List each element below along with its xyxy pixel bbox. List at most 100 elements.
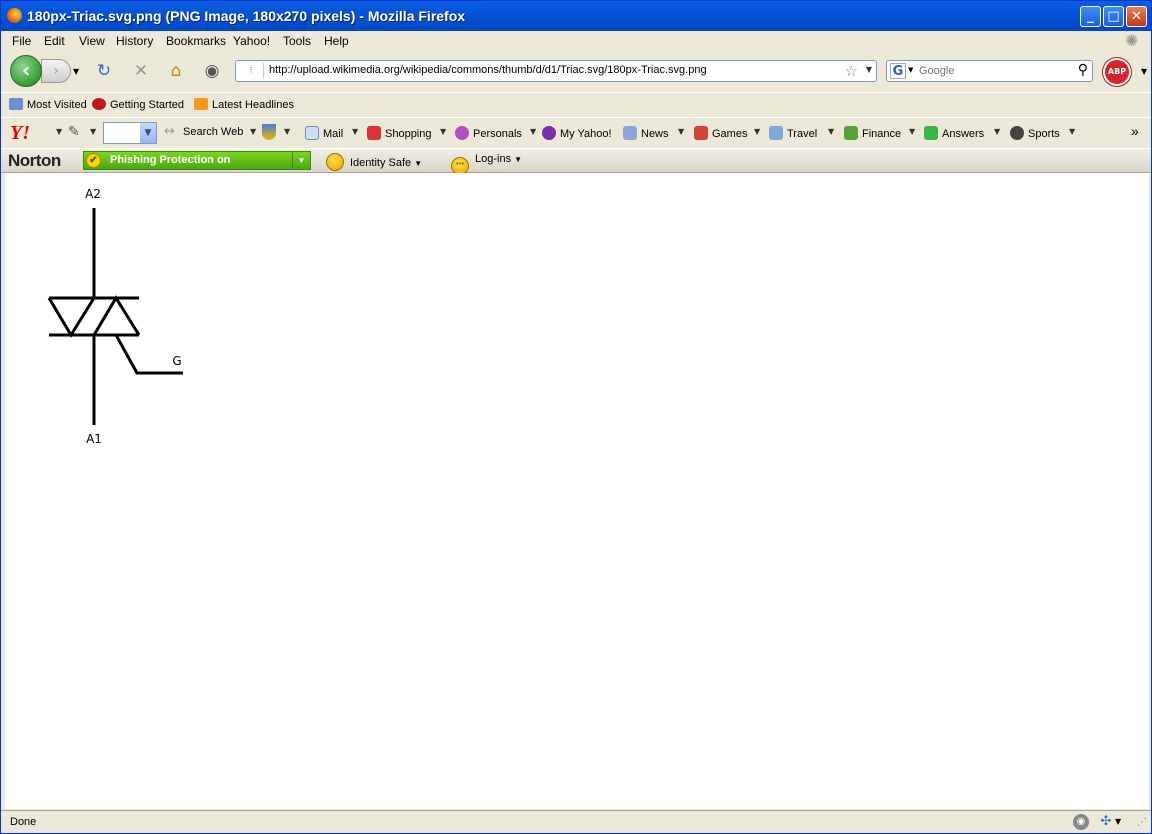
my-yahoo-icon xyxy=(542,126,556,140)
news-icon xyxy=(623,126,637,140)
mail-dropdown-icon[interactable]: ▼ xyxy=(352,127,358,136)
identity-safe-button[interactable]: Identity Safe ▼ xyxy=(326,153,422,171)
bookmarks-toolbar: Most Visited Getting Started Latest Head… xyxy=(1,92,1151,117)
menu-yahoo[interactable]: Yahoo! xyxy=(233,34,270,48)
addon-icon[interactable]: ◉ xyxy=(201,61,223,81)
page-content: A2 A1 G xyxy=(5,173,1149,809)
shopping-dropdown-icon[interactable]: ▼ xyxy=(440,127,446,136)
forward-button[interactable]: › xyxy=(41,59,71,83)
yahoo-search-web[interactable]: Search Web xyxy=(183,126,243,138)
rss-icon xyxy=(194,98,208,110)
yahoo-my-yahoo[interactable]: My Yahoo! xyxy=(542,126,612,140)
folder-icon xyxy=(9,98,23,110)
yahoo-logo[interactable]: Y! xyxy=(10,122,30,145)
chart-icon xyxy=(844,126,858,140)
yahoo-toolbar: Y! ▼ ✎ ▼ ▼ ↔ Search Web ▼ ▼ Mail ▼ Shopp… xyxy=(1,117,1151,148)
abp-dropdown-icon[interactable]: ▼ xyxy=(1141,67,1147,76)
site-identity-icon[interactable]: ⁝ xyxy=(239,63,264,79)
yahoo-news[interactable]: News xyxy=(623,126,669,140)
menu-tools[interactable]: Tools xyxy=(283,34,311,48)
sync-dropdown-icon[interactable]: ▼ xyxy=(1115,817,1121,826)
yahoo-finance[interactable]: Finance xyxy=(844,126,901,140)
home-icon[interactable]: ⌂ xyxy=(165,61,187,81)
shield-icon[interactable] xyxy=(262,124,276,140)
triac-diagram: A2 A1 G xyxy=(47,187,183,446)
menu-bookmarks[interactable]: Bookmarks xyxy=(166,34,226,48)
soccer-ball-icon xyxy=(1010,126,1024,140)
close-button[interactable]: ✕ xyxy=(1126,6,1147,27)
window-title: 180px-Triac.svg.png (PNG Image, 180x270 … xyxy=(27,8,466,24)
engine-dropdown-icon[interactable]: ▼ xyxy=(908,66,913,74)
menu-bar: File Edit View History Bookmarks Yahoo! … xyxy=(1,31,1151,51)
search-box[interactable]: G ▼ ⚲ xyxy=(886,60,1093,82)
travel-dropdown-icon[interactable]: ▼ xyxy=(828,127,834,136)
yahoo-games[interactable]: Games xyxy=(694,126,747,140)
yahoo-travel[interactable]: Travel xyxy=(769,126,817,140)
minimize-button[interactable]: _ xyxy=(1080,6,1101,27)
firefox-icon xyxy=(7,8,22,23)
yahoo-shopping[interactable]: Shopping xyxy=(367,126,432,140)
menu-history[interactable]: History xyxy=(116,34,153,48)
pencil-dropdown-icon[interactable]: ▼ xyxy=(90,127,96,136)
addon-status-icon[interactable]: ◉ xyxy=(1073,814,1089,830)
back-button[interactable]: ‹ xyxy=(10,55,42,87)
bookmark-getting-started[interactable]: Getting Started xyxy=(92,98,184,111)
menu-file[interactable]: File xyxy=(12,34,31,48)
title-bar[interactable]: 180px-Triac.svg.png (PNG Image, 180x270 … xyxy=(1,1,1151,31)
dice-icon xyxy=(694,126,708,140)
navigation-toolbar: › ‹ ▼ ↻ ✕ ⌂ ◉ ⁝ http://upload.wikimedia.… xyxy=(1,51,1151,91)
history-dropdown-icon[interactable]: ▼ xyxy=(73,67,79,76)
logins-dropdown-icon[interactable]: ▼ xyxy=(514,155,522,164)
label-a2: A2 xyxy=(85,187,101,201)
pencil-icon[interactable]: ✎ xyxy=(68,124,80,140)
yahoo-search-combo[interactable]: ▼ xyxy=(103,122,157,144)
bookmark-star-icon[interactable]: ☆ xyxy=(845,62,858,80)
menu-edit[interactable]: Edit xyxy=(44,34,65,48)
checkmark-icon: ✔ xyxy=(86,153,101,168)
url-text[interactable]: http://upload.wikimedia.org/wikipedia/co… xyxy=(269,64,707,76)
adblock-icon[interactable]: ABP xyxy=(1103,58,1131,86)
firefox-window: 180px-Triac.svg.png (PNG Image, 180x270 … xyxy=(0,0,1152,834)
lock-icon xyxy=(326,153,344,171)
maximize-button[interactable]: □ xyxy=(1103,6,1124,27)
bookmark-most-visited[interactable]: Most Visited xyxy=(9,98,87,111)
logins-button[interactable]: ***Log-ins ▼ xyxy=(451,153,522,175)
news-dropdown-icon[interactable]: ▼ xyxy=(678,127,684,136)
answers-icon xyxy=(924,126,938,140)
search-web-dropdown-icon[interactable]: ▼ xyxy=(250,127,256,136)
stop-icon[interactable]: ✕ xyxy=(130,61,152,81)
sync-status-icon[interactable]: ✣ xyxy=(1098,814,1114,830)
status-text: Done xyxy=(10,816,37,828)
yahoo-mail[interactable]: Mail xyxy=(305,126,343,140)
search-icon[interactable]: ⚲ xyxy=(1078,62,1088,78)
bookmark-latest-headlines[interactable]: Latest Headlines xyxy=(194,98,294,111)
suitcase-icon xyxy=(769,126,783,140)
phishing-protection-button[interactable]: ✔ Phishing Protection on ▼ xyxy=(83,151,311,170)
finance-dropdown-icon[interactable]: ▼ xyxy=(909,127,915,136)
resize-grip-icon[interactable]: ⋰ xyxy=(1137,817,1147,828)
yahoo-personals[interactable]: Personals xyxy=(455,126,522,140)
phishing-dropdown-icon[interactable]: ▼ xyxy=(292,152,310,169)
sports-dropdown-icon[interactable]: ▼ xyxy=(1069,127,1075,136)
search-input[interactable] xyxy=(919,63,1069,79)
identity-dropdown-icon[interactable]: ▼ xyxy=(414,159,422,168)
answers-dropdown-icon[interactable]: ▼ xyxy=(994,127,1000,136)
toolbar-overflow-button[interactable]: » xyxy=(1131,123,1139,139)
shield-dropdown-icon[interactable]: ▼ xyxy=(284,127,290,136)
reload-icon[interactable]: ↻ xyxy=(93,61,115,81)
mail-icon xyxy=(305,126,319,140)
address-bar[interactable]: ⁝ http://upload.wikimedia.org/wikipedia/… xyxy=(235,60,877,82)
yahoo-sports[interactable]: Sports xyxy=(1010,126,1060,140)
menu-view[interactable]: View xyxy=(79,34,105,48)
yahoo-answers[interactable]: Answers xyxy=(924,126,984,140)
search-engine-icon[interactable]: G xyxy=(890,63,906,79)
diode-down-triangle xyxy=(47,297,96,338)
games-dropdown-icon[interactable]: ▼ xyxy=(754,127,760,136)
menu-help[interactable]: Help xyxy=(324,34,349,48)
combo-dropdown-icon[interactable]: ▼ xyxy=(140,123,156,143)
url-dropdown-icon[interactable]: ▼ xyxy=(866,65,872,74)
resize-handle-icon[interactable]: ↔ xyxy=(164,124,175,139)
yahoo-logo-dropdown-icon[interactable]: ▼ xyxy=(56,127,62,136)
personals-dropdown-icon[interactable]: ▼ xyxy=(530,127,536,136)
firefox-bookmark-icon xyxy=(92,98,106,110)
